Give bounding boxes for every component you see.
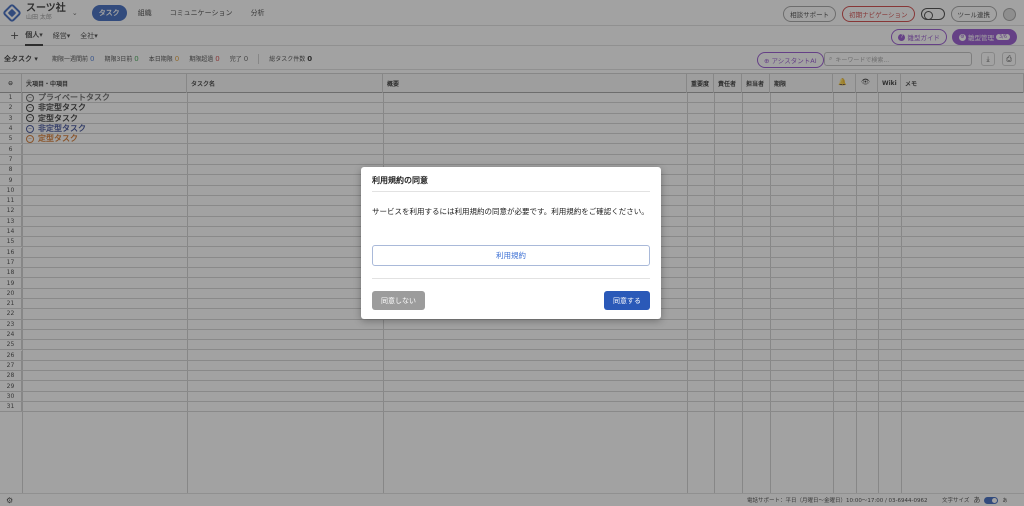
terms-link-button[interactable]: 利用規約 <box>372 245 650 266</box>
terms-consent-dialog: 利用規約の同意 サービスを利用するには利用規約の同意が必要です。利用規約をご確認… <box>361 167 661 319</box>
divider <box>372 191 650 192</box>
agree-button[interactable]: 同意する <box>604 291 650 310</box>
divider <box>372 278 650 279</box>
dialog-message: サービスを利用するには利用規約の同意が必要です。利用規約をご確認ください。 <box>372 207 649 216</box>
decline-button[interactable]: 同意しない <box>372 291 425 310</box>
dialog-title: 利用規約の同意 <box>372 176 428 185</box>
